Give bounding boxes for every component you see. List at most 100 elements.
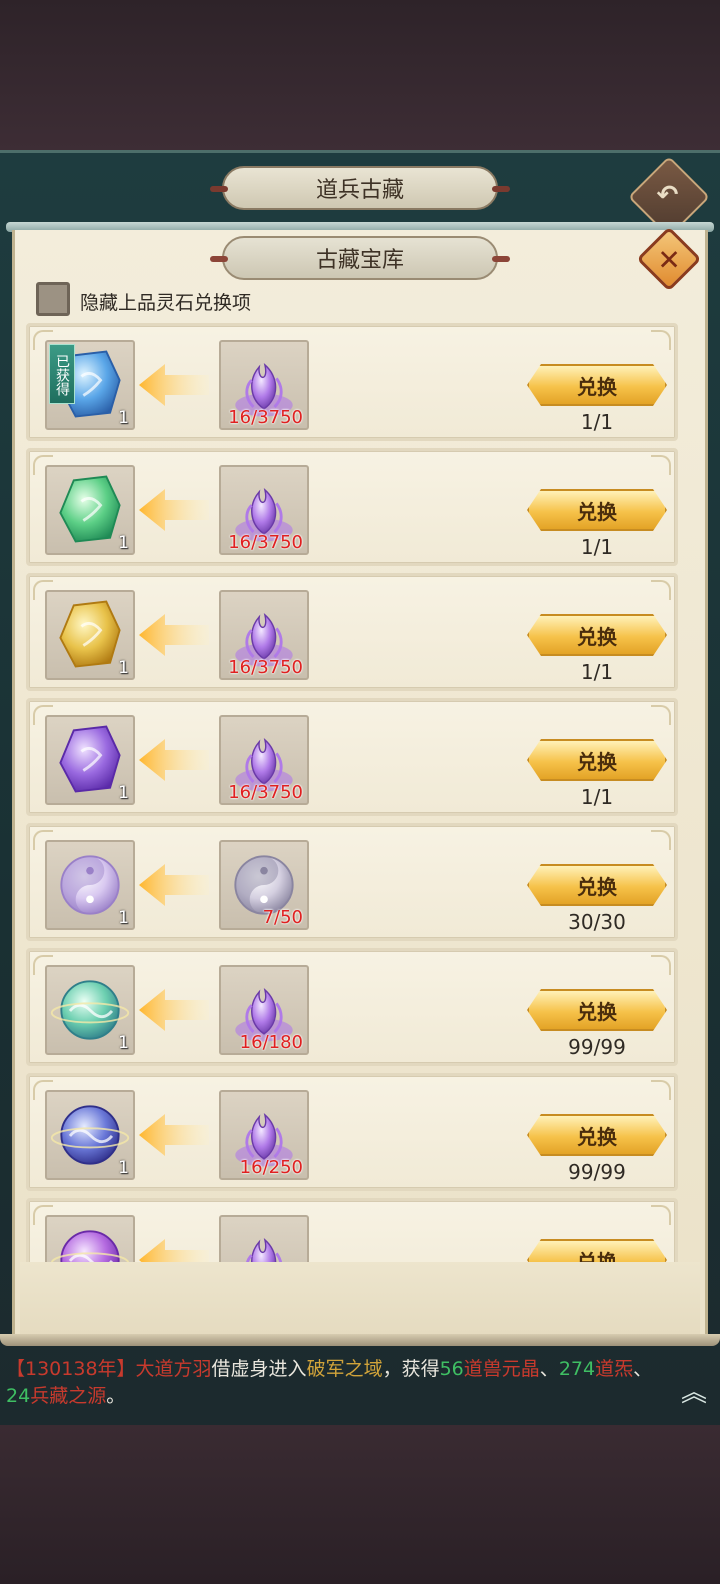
exchange-button-label: 兑换 [577,749,617,774]
cost-item-slot[interactable]: 16/180 [219,965,309,1055]
exchange-limit: 99/99 [568,1160,626,1184]
reward-quantity: 1 [118,408,129,428]
reward-item-slot[interactable]: 1 [45,590,135,680]
cost-item-slot[interactable] [219,1215,309,1263]
exchange-row: 1 16/3750 兑换 1/1 [26,573,678,691]
cost-item-slot[interactable]: 16/3750 [219,715,309,805]
cost-progress: 16/3750 [228,407,303,428]
cost-progress: 16/3750 [228,532,303,553]
cost-progress: 7/50 [262,907,303,928]
exchange-button-label: 兑换 [577,1124,617,1149]
reward-quantity: 1 [118,908,129,928]
broadcast-count: 56 [439,1358,464,1380]
cost-progress: 16/3750 [228,657,303,678]
broadcast-separator: 、 [633,1358,653,1380]
reward-quantity: 1 [118,533,129,553]
scroll-bottom-rod [0,1334,720,1346]
chevron-up-icon: ︽ [680,1378,707,1408]
cost-item-slot[interactable]: 16/250 [219,1090,309,1180]
reward-item-slot[interactable]: 1 [45,1090,135,1180]
exchange-limit: 1/1 [580,785,614,809]
exchange-arrow-icon [139,362,209,408]
reward-item-slot[interactable] [45,1215,135,1263]
reward-quantity: 1 [118,658,129,678]
cost-item-slot[interactable]: 16/3750 [219,340,309,430]
reward-item-slot[interactable]: 1 [45,465,135,555]
exchange-limit: 99/99 [568,1035,626,1059]
exchange-arrow-icon [139,1112,209,1158]
exchange-arrow-icon [139,987,209,1033]
outer-title: 道兵古藏 [315,178,404,203]
broadcast-item: 兵藏之源 [30,1385,107,1407]
exchange-button[interactable]: 兑换 [527,1114,667,1156]
cost-progress: 16/250 [239,1157,303,1178]
close-x-icon: ✕ [657,243,681,277]
exchange-button[interactable]: 兑换 [527,364,667,406]
exchange-row: 1 16/180 兑换 99/99 [26,948,678,1066]
broadcast-item: 道炁 [595,1358,634,1380]
hide-filter-label: 隐藏上品灵石兑换项 [80,292,252,314]
reward-item-slot[interactable]: 1 [45,715,135,805]
exchange-row: 兑换 [26,1198,678,1263]
exchange-button[interactable]: 兑换 [527,989,667,1031]
cost-item-slot[interactable]: 16/3750 [219,590,309,680]
cost-progress: 16/3750 [228,782,303,803]
reward-item-slot[interactable]: 已获得 1 [45,340,135,430]
expand-chat-button[interactable]: ︽ [674,1372,714,1408]
exchange-button-label: 兑换 [577,374,617,399]
exchange-button-label: 兑换 [577,874,617,899]
exchange-button[interactable]: 兑换 [527,1239,667,1263]
exchange-row: 1 16/3750 兑换 1/1 [26,448,678,566]
cost-item-slot[interactable]: 16/3750 [219,465,309,555]
exchange-limit: 1/1 [580,410,614,434]
broadcast-message: 【130138年】大道方羽借虚身进入破军之域，获得56道兽元晶、274道炁、24… [6,1356,676,1410]
exchange-arrow-icon [139,612,209,658]
hide-filter-checkbox[interactable] [36,282,70,316]
exchange-limit: 30/30 [568,910,626,934]
exchange-button[interactable]: 兑换 [527,739,667,781]
purple-flame-essence-icon [221,1217,307,1263]
exchange-row: 1 16/250 兑换 99/99 [26,1073,678,1191]
exchange-button[interactable]: 兑换 [527,614,667,656]
broadcast-year: 【130138年】 [6,1358,136,1380]
exchange-button-label: 兑换 [577,1249,617,1264]
scroll-paper-bottom [20,1262,700,1334]
exchange-arrow-icon [139,1237,209,1263]
exchange-arrow-icon [139,737,209,783]
broadcast-separator: 、 [539,1358,559,1380]
exchange-arrow-icon [139,862,209,908]
inner-title: 古藏宝库 [315,248,404,273]
broadcast-count: 24 [6,1385,31,1407]
broadcast-player[interactable]: 大道方羽 [136,1358,212,1380]
top-background [0,0,720,150]
exchange-button[interactable]: 兑换 [527,489,667,531]
violet-cloud-orb-icon [47,1217,133,1263]
reward-item-slot[interactable]: 1 [45,965,135,1055]
exchange-limit: 1/1 [580,660,614,684]
cost-item-slot[interactable]: 7/50 [219,840,309,930]
back-arrow-icon: ↶ [656,180,679,211]
exchange-button[interactable]: 兑换 [527,864,667,906]
broadcast-text: 借虚身进入 [211,1358,307,1380]
reward-quantity: 1 [118,1033,129,1053]
exchange-row: 1 7/50 兑换 30/30 [26,823,678,941]
exchange-button-label: 兑换 [577,499,617,524]
reward-quantity: 1 [118,1158,129,1178]
broadcast-end: 。 [106,1385,126,1407]
broadcast-count: 274 [558,1358,596,1380]
exchange-arrow-icon [139,487,209,533]
bottom-background [0,1425,720,1584]
exchange-list[interactable]: 已获得 1 16/3750 兑换 1/1 1 16/3750 兑换 1/1 1 … [26,323,682,1263]
broadcast-text: ，获得 [382,1358,440,1380]
exchange-button-label: 兑换 [577,999,617,1024]
exchange-limit: 1/1 [580,535,614,559]
exchange-button-label: 兑换 [577,624,617,649]
obtained-tag: 已获得 [49,344,75,404]
reward-item-slot[interactable]: 1 [45,840,135,930]
inner-title-plaque: 古藏宝库 [210,236,510,280]
broadcast-item: 道兽元晶 [463,1358,540,1380]
outer-title-plaque: 道兵古藏 [210,166,510,210]
cost-progress: 16/180 [239,1032,303,1053]
broadcast-place: 破军之域 [306,1358,383,1380]
exchange-row: 已获得 1 16/3750 兑换 1/1 [26,323,678,441]
